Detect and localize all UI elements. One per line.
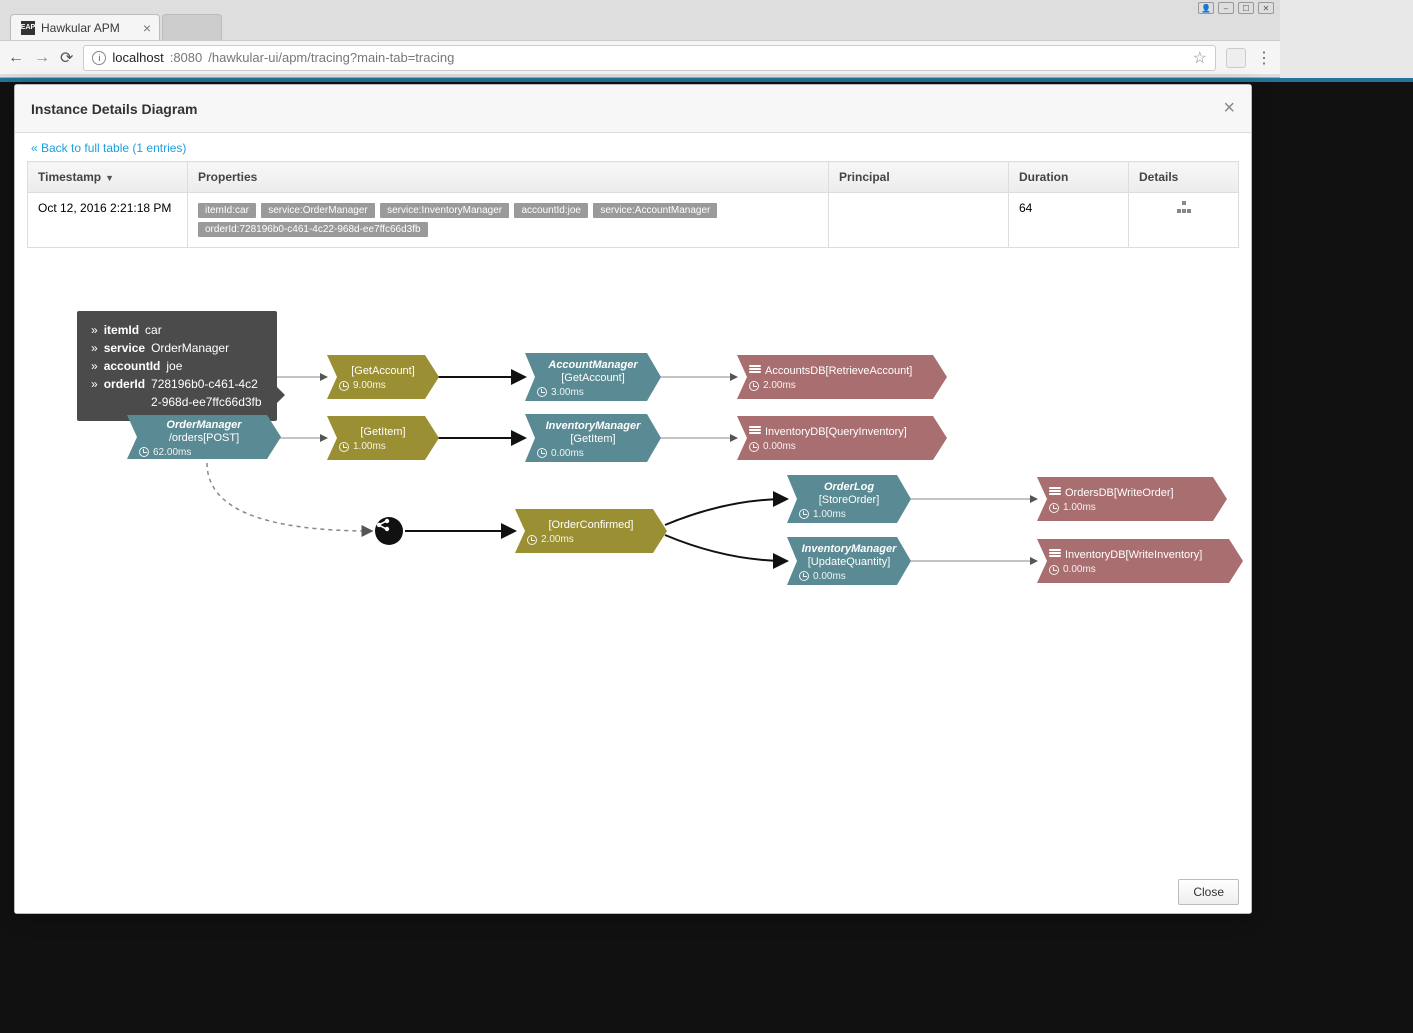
share-icon — [375, 517, 391, 533]
database-icon — [1049, 549, 1061, 561]
database-icon — [749, 426, 761, 438]
address-bar[interactable]: i localhost :8080/hawkular-ui/apm/tracing… — [83, 45, 1216, 71]
back-button[interactable]: ← — [8, 49, 24, 67]
url-host: localhost — [112, 50, 163, 65]
tab-close-icon[interactable]: × — [143, 20, 151, 36]
clock-icon — [537, 387, 547, 397]
node-order-log[interactable]: OrderLog[StoreOrder]1.00ms — [787, 475, 911, 523]
diagram-icon — [1177, 201, 1191, 213]
node-inventory-manager-update[interactable]: InventoryManager[UpdateQuantity]0.00ms — [787, 537, 911, 585]
clock-icon — [139, 447, 149, 457]
cell-details[interactable] — [1129, 193, 1239, 248]
favicon-icon: EAP — [21, 21, 35, 35]
extension-icon[interactable] — [1226, 48, 1246, 68]
url-path: /hawkular-ui/apm/tracing?main-tab=tracin… — [208, 50, 454, 65]
property-tag: service:InventoryManager — [380, 203, 509, 218]
property-tag: itemId:car — [198, 203, 256, 218]
modal-footer: Close — [15, 871, 1251, 913]
window-close-icon[interactable]: ✕ — [1258, 2, 1274, 14]
clock-icon — [749, 381, 759, 391]
modal-title: Instance Details Diagram — [31, 101, 198, 117]
property-tag: accountId:joe — [514, 203, 588, 218]
col-principal[interactable]: Principal — [829, 162, 1009, 193]
window-maximize-icon[interactable]: ☐ — [1238, 2, 1254, 14]
property-tag: orderId:728196b0-c461-4c22-968d-ee7ffc66… — [198, 222, 428, 237]
trace-diagram[interactable]: » itemId car » service OrderManager » ac… — [27, 303, 1239, 865]
browser-chrome: 👤 – ☐ ✕ EAP Hawkular APM × ← → ⟳ i local… — [0, 0, 1280, 78]
node-inventory-manager[interactable]: InventoryManager[GetItem]0.00ms — [525, 414, 661, 462]
node-order-confirmed[interactable]: [OrderConfirmed]2.00ms — [515, 509, 667, 553]
clock-icon — [1049, 503, 1059, 513]
node-orders-db[interactable]: OrdersDB[WriteOrder]1.00ms — [1037, 477, 1227, 521]
browser-menu-icon[interactable]: ⋮ — [1256, 48, 1272, 68]
node-tooltip: » itemId car » service OrderManager » ac… — [77, 311, 277, 421]
node-account-manager[interactable]: AccountManager[GetAccount]3.00ms — [525, 353, 661, 401]
col-timestamp[interactable]: Timestamp▼ — [28, 162, 188, 193]
window-controls: 👤 – ☐ ✕ — [0, 0, 1280, 10]
url-port: :8080 — [170, 50, 203, 65]
site-info-icon[interactable]: i — [92, 51, 106, 65]
clock-icon — [749, 442, 759, 452]
close-button[interactable]: Close — [1178, 879, 1239, 905]
browser-toolbar: ← → ⟳ i localhost :8080/hawkular-ui/apm/t… — [0, 40, 1280, 74]
instance-table: Timestamp▼ Properties Principal Duration… — [27, 161, 1239, 248]
node-inventory-db-write[interactable]: InventoryDB[WriteInventory]0.00ms — [1037, 539, 1243, 583]
forward-button: → — [34, 49, 50, 67]
cell-duration: 64 — [1009, 193, 1129, 248]
reload-button[interactable]: ⟳ — [60, 48, 73, 68]
cell-properties: itemId:car service:OrderManager service:… — [188, 193, 829, 248]
sort-caret-icon: ▼ — [105, 173, 114, 183]
node-get-item[interactable]: [GetItem]1.00ms — [327, 416, 439, 460]
clock-icon — [339, 381, 349, 391]
modal-body: « Back to full table (1 entries) Timesta… — [15, 133, 1251, 871]
clock-icon — [1049, 565, 1059, 575]
back-to-table-link[interactable]: « Back to full table (1 entries) — [15, 133, 1251, 159]
node-accounts-db[interactable]: AccountsDB[RetrieveAccount]2.00ms — [737, 355, 947, 399]
page-area: Instance Details Diagram × « Back to ful… — [0, 78, 1413, 1033]
modal-close-icon[interactable]: × — [1223, 97, 1235, 120]
window-minimize-icon[interactable]: – — [1218, 2, 1234, 14]
clock-icon — [527, 535, 537, 545]
database-icon — [749, 365, 761, 377]
modal-backdrop: Instance Details Diagram × « Back to ful… — [0, 78, 1413, 1033]
property-tag: service:AccountManager — [593, 203, 717, 218]
database-icon — [1049, 487, 1061, 499]
clock-icon — [799, 571, 809, 581]
clock-icon — [537, 448, 547, 458]
instance-details-modal: Instance Details Diagram × « Back to ful… — [14, 84, 1252, 914]
col-details: Details — [1129, 162, 1239, 193]
table-row: Oct 12, 2016 2:21:18 PM itemId:car servi… — [28, 193, 1239, 248]
col-duration[interactable]: Duration — [1009, 162, 1129, 193]
share-node-icon[interactable] — [375, 517, 403, 545]
node-inventory-db-query[interactable]: InventoryDB[QueryInventory]0.00ms — [737, 416, 947, 460]
bookmark-star-icon[interactable]: ☆ — [1193, 48, 1207, 68]
cell-timestamp: Oct 12, 2016 2:21:18 PM — [28, 193, 188, 248]
tab-title: Hawkular APM — [41, 21, 120, 35]
node-get-account[interactable]: [GetAccount]9.00ms — [327, 355, 439, 399]
cell-principal — [829, 193, 1009, 248]
modal-header: Instance Details Diagram × — [15, 85, 1251, 133]
property-tag: service:OrderManager — [261, 203, 374, 218]
user-icon[interactable]: 👤 — [1198, 2, 1214, 14]
clock-icon — [799, 509, 809, 519]
node-order-manager[interactable]: OrderManager/orders[POST]62.00ms — [127, 415, 281, 459]
browser-tab[interactable]: EAP Hawkular APM × — [10, 14, 160, 40]
new-tab-placeholder[interactable] — [162, 14, 222, 40]
tab-strip: EAP Hawkular APM × — [0, 10, 1280, 40]
col-properties[interactable]: Properties — [188, 162, 829, 193]
clock-icon — [339, 442, 349, 452]
